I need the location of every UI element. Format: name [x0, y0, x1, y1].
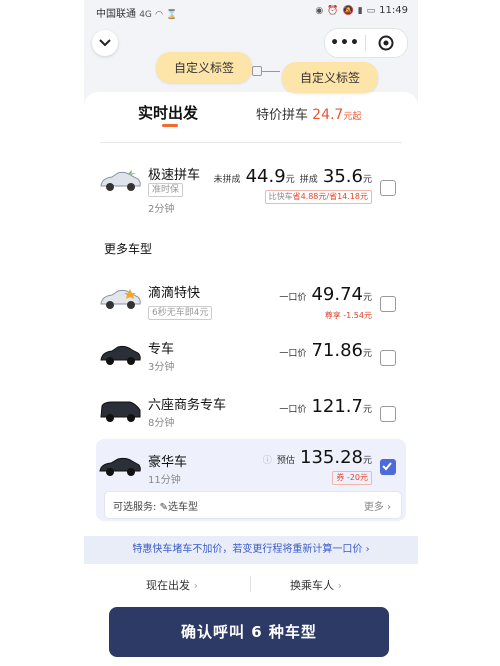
eta: 2分钟 — [148, 204, 175, 215]
car-row-express-pool[interactable]: 极速拼车 准时保 2分钟 未拼成 44.9元 拼成 35.6元 比快车省4.88… — [84, 158, 418, 215]
select-checkbox[interactable] — [380, 350, 396, 366]
ride-tabs: 实时出发 特价拼车 24.7元起 — [84, 92, 418, 136]
chevron-down-icon — [99, 39, 111, 47]
phone-screen: 中国联通 4G ◠ ⌛ ◉ ⏰ 🔕 ▮ ▭ 11:49 ••• 实时出发 特价拼… — [84, 0, 418, 666]
status-right: ◉ ⏰ 🔕 ▮ ▭ 11:49 — [315, 5, 408, 16]
info-icon[interactable]: ⓘ — [263, 456, 272, 466]
more-link[interactable]: 更多 › — [364, 498, 391, 513]
target-icon — [378, 35, 394, 51]
trip-options: 现在出发 › 换乘车人 › — [84, 564, 418, 604]
collapse-button[interactable] — [92, 30, 118, 56]
tab-realtime[interactable]: 实时出发 — [138, 102, 198, 123]
mini-program-capsule: ••• — [324, 28, 408, 58]
select-checkbox[interactable] — [380, 180, 396, 196]
car-name: 豪华车 — [148, 455, 188, 470]
tab-price: 24.7 — [312, 107, 344, 123]
car-name: 极速拼车 — [148, 168, 201, 183]
car-list: 极速拼车 准时保 2分钟 未拼成 44.9元 拼成 35.6元 比快车省4.88… — [84, 136, 418, 536]
status-bar: 中国联通 4G ◠ ⌛ ◉ ⏰ 🔕 ▮ ▭ 11:49 — [84, 0, 418, 22]
price-block: ⓘ 预估 135.28元 — [262, 447, 372, 468]
coupon-tag: 券 -20元 — [332, 471, 372, 485]
car-row-luxury[interactable]: 豪华车 11分钟 ⓘ 预估 135.28元 券 -20元 可选服务: ✎选车型 … — [96, 439, 406, 521]
price: 71.86 — [311, 340, 363, 361]
eye-icon: ◉ — [315, 5, 324, 16]
confirm-area: 确认呼叫 6 种车型 — [84, 604, 418, 666]
clock: 11:49 — [379, 5, 408, 16]
price: 121.7 — [311, 396, 363, 417]
price-block: 未拼成 44.9元 拼成 35.6元 — [213, 166, 373, 187]
check-icon — [382, 462, 392, 471]
price-notice[interactable]: 特惠快车堵车不加价，若变更行程将重新计算一口价 › — [84, 536, 418, 564]
chevron-right-icon: › — [193, 579, 198, 592]
chevron-right-icon: › — [337, 579, 342, 592]
car-name: 专车 — [148, 342, 175, 357]
car-name: 六座商务专车 — [148, 398, 227, 413]
car-icon — [99, 457, 141, 476]
car-icon — [100, 345, 141, 365]
discount-note: 尊享 -1.54元 — [324, 311, 372, 320]
pooled-price: 35.6 — [322, 166, 363, 187]
hourglass-icon: ⌛ — [166, 10, 178, 20]
tab-discount-pool[interactable]: 特价拼车 24.7元起 — [256, 104, 361, 123]
top-bar: ••• — [84, 22, 418, 66]
carrier-label: 中国联通 4G ◠ ⌛ — [96, 9, 178, 20]
custom-tag-2[interactable]: 自定义标签 — [282, 62, 379, 93]
car-row-premier[interactable]: 专车 3分钟 一口价 71.86元 — [84, 332, 418, 388]
custom-tag-1[interactable]: 自定义标签 — [156, 52, 253, 83]
mute-icon: 🔕 — [342, 5, 354, 16]
change-passenger-button[interactable]: 换乘车人 › — [290, 577, 342, 593]
eta: 11分钟 — [148, 475, 181, 486]
select-checkbox[interactable] — [380, 406, 396, 422]
car-row-dd-express[interactable]: 滴滴特快 6秒无车即4元 一口价 49.74元 尊享 -1.54元 — [84, 276, 418, 332]
chevron-right-icon: › — [365, 544, 370, 555]
car-icon — [100, 170, 141, 191]
signal-icon: ▮ — [357, 5, 363, 16]
price-block: 一口价 121.7元 — [279, 396, 372, 417]
more-dots-icon[interactable]: ••• — [325, 35, 365, 51]
price: 49.74 — [311, 284, 363, 305]
car-icon — [100, 289, 141, 309]
ontime-badge: 准时保 — [148, 183, 184, 197]
select-checkbox-checked[interactable] — [380, 459, 396, 475]
eta: 8分钟 — [148, 418, 175, 429]
tab-active-indicator — [162, 124, 178, 127]
tag-connector-dot — [252, 66, 262, 76]
network-icon: 4G — [139, 10, 152, 20]
car-name: 滴滴特快 — [148, 286, 201, 301]
car-row-six-seat[interactable]: 六座商务专车 8分钟 一口价 121.7元 — [84, 388, 418, 444]
select-checkbox[interactable] — [380, 296, 396, 312]
unpooled-price: 44.9 — [245, 166, 286, 187]
optional-service-bar[interactable]: 可选服务: ✎选车型 更多 › — [104, 491, 402, 519]
depart-now-button[interactable]: 现在出发 › — [146, 577, 198, 593]
van-icon — [100, 401, 141, 422]
tag-connector-line — [262, 71, 280, 72]
battery-icon: ▭ — [366, 5, 376, 16]
wrench-icon: ✎ — [159, 502, 168, 513]
price-block: 一口价 49.74元 — [279, 284, 372, 305]
price-block: 一口价 71.86元 — [279, 340, 372, 361]
alarm-icon: ⏰ — [327, 5, 339, 16]
savings-tag: 比快车省4.88元/省14.18元 — [264, 190, 372, 204]
more-car-types-title: 更多车型 — [104, 242, 153, 256]
guarantee-badge: 6秒无车即4元 — [148, 306, 213, 320]
wifi-icon: ◠ — [155, 10, 163, 20]
close-target-button[interactable] — [366, 35, 406, 51]
price: 135.28 — [300, 447, 363, 468]
confirm-call-button[interactable]: 确认呼叫 6 种车型 — [109, 607, 389, 657]
eta: 3分钟 — [148, 362, 175, 373]
